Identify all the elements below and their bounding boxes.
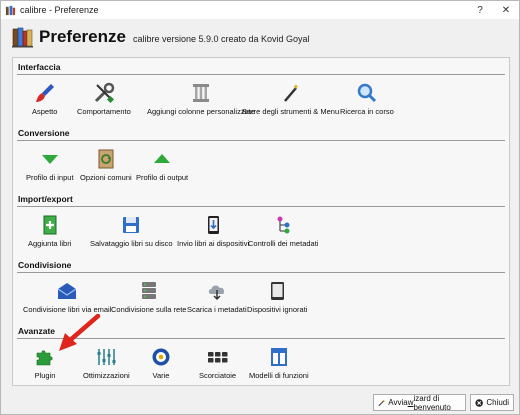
- preferences-window: calibre - Preferenze ? ✕ Preferenze cali…: [0, 0, 520, 415]
- close-button[interactable]: Chiudi: [470, 394, 514, 411]
- pref-invio-dispositivi[interactable]: Invio libri ai dispositivi: [177, 214, 249, 248]
- pref-label: Scarica i metadati: [187, 305, 247, 314]
- section-title: Import/export: [18, 194, 73, 204]
- pref-ricerca[interactable]: Ricerca in corso: [340, 82, 394, 116]
- section-divider: [17, 74, 505, 75]
- pref-label: Plugin: [34, 371, 56, 380]
- floppy-disk-icon: [119, 214, 143, 236]
- close-circle-icon: [475, 398, 483, 407]
- book-convert-icon: [94, 148, 118, 170]
- pref-label: Dispositivi ignorati: [247, 305, 308, 314]
- pref-label: Profilo di output: [136, 173, 189, 182]
- pref-label: Condivisione sulla rete: [111, 305, 187, 314]
- pref-profilo-output[interactable]: Profilo di output: [136, 148, 188, 182]
- pref-aspetto[interactable]: Aspetto: [32, 82, 57, 116]
- search-icon: [355, 82, 379, 104]
- pref-label: Varie: [152, 371, 170, 380]
- calibre-app-icon: [5, 5, 16, 15]
- pref-label: Controlli dei metadati: [248, 239, 319, 248]
- gear-icon: [149, 346, 173, 368]
- wizard-label-post: izard di benvenuto: [413, 393, 451, 412]
- title-bar: calibre - Preferenze ? ✕: [1, 1, 519, 19]
- pref-colonne-personalizzate[interactable]: Aggiungi colonne personalizzate: [147, 82, 255, 116]
- section-title: Condivisione: [18, 260, 72, 270]
- pref-condivisione-rete[interactable]: Condivisione sulla rete: [111, 280, 186, 314]
- pref-label: Comportamento: [77, 107, 131, 116]
- section-title: Interfaccia: [18, 62, 61, 72]
- pref-varie[interactable]: Varie: [149, 346, 173, 380]
- server-icon: [137, 280, 161, 302]
- section-title: Avanzate: [18, 326, 56, 336]
- pref-aggiunta-libri[interactable]: Aggiunta libri: [28, 214, 71, 248]
- arrow-down-icon: [38, 148, 62, 170]
- pref-label: Salvataggio libri su disco: [90, 239, 173, 248]
- section-divider: [17, 140, 505, 141]
- section-divider: [17, 272, 505, 273]
- metadata-tree-icon: [271, 214, 295, 236]
- keyboard-icon: [206, 346, 230, 368]
- pref-condivisione-email[interactable]: Condivisione libri via email: [23, 280, 111, 314]
- section-divider: [17, 206, 505, 207]
- email-icon: [55, 280, 79, 302]
- annotation-arrow-icon: [59, 314, 101, 351]
- pref-label: Barre degli strumenti & Menu: [242, 107, 340, 116]
- pref-label: Condivisione libri via email: [23, 305, 112, 314]
- pref-label: Ricerca in corso: [340, 107, 394, 116]
- svg-text:✦: ✦: [293, 83, 299, 91]
- pref-profilo-input[interactable]: Profilo di input: [26, 148, 74, 182]
- pref-opzioni-comuni[interactable]: Opzioni comuni: [80, 148, 132, 182]
- pref-label: Modelli di funzioni: [249, 371, 309, 380]
- pref-salvataggio-libri[interactable]: Salvataggio libri su disco: [90, 214, 173, 248]
- pref-label: Aggiunta libri: [28, 239, 72, 248]
- template-icon: [267, 346, 291, 368]
- pref-label: Ottimizzazioni: [83, 371, 130, 380]
- pref-scarica-metadati[interactable]: Scarica i metadati: [187, 280, 247, 314]
- pref-modelli-funzioni[interactable]: Modelli di funzioni: [249, 346, 309, 380]
- close-window-button[interactable]: ✕: [493, 5, 519, 16]
- pref-label: Scorciatoie: [199, 371, 237, 380]
- pref-label: Aggiungi colonne personalizzate: [147, 107, 255, 116]
- paintbrush-icon: [33, 82, 57, 104]
- tools-icon: [92, 82, 116, 104]
- pref-dispositivi-ignorati[interactable]: Dispositivi ignorati: [247, 280, 307, 314]
- column-icon: [189, 82, 213, 104]
- wizard-label-pre: Avvia: [388, 398, 408, 407]
- window-title: calibre - Preferenze: [20, 5, 99, 15]
- close-label: Chiudi: [486, 398, 509, 407]
- page-title: Preferenze: [39, 27, 126, 46]
- books-logo-icon: [12, 27, 33, 48]
- start-wizard-button[interactable]: Avvia w izard di benvenuto: [373, 393, 466, 412]
- pref-comportamento[interactable]: Comportamento: [77, 82, 131, 116]
- wand-icon: [378, 399, 385, 406]
- cloud-download-icon: [205, 280, 229, 302]
- pref-scorciatoie[interactable]: Scorciatoie: [199, 346, 236, 380]
- pref-label: Aspetto: [32, 107, 58, 116]
- pref-label: Profilo di input: [26, 173, 74, 182]
- device-send-icon: [201, 214, 225, 236]
- arrow-up-icon: [150, 148, 174, 170]
- puzzle-icon: [33, 346, 57, 368]
- header: Preferenze calibre versione 5.9.0 creato…: [11, 25, 310, 49]
- pref-label: Invio libri ai dispositivi: [177, 239, 250, 248]
- help-button[interactable]: ?: [467, 5, 493, 16]
- add-book-icon: [38, 214, 62, 236]
- version-subtitle: calibre versione 5.9.0 creato da Kovid G…: [132, 33, 310, 44]
- pref-controlli-metadati[interactable]: Controlli dei metadati: [248, 214, 318, 248]
- tablet-icon: [265, 280, 289, 302]
- magic-wand-icon: ✦: [279, 82, 303, 104]
- section-title: Conversione: [18, 128, 70, 138]
- pref-barre-strumenti[interactable]: ✦ Barre degli strumenti & Menu: [242, 82, 339, 116]
- pref-label: Opzioni comuni: [80, 173, 132, 182]
- pref-plugin[interactable]: Plugin: [33, 346, 57, 380]
